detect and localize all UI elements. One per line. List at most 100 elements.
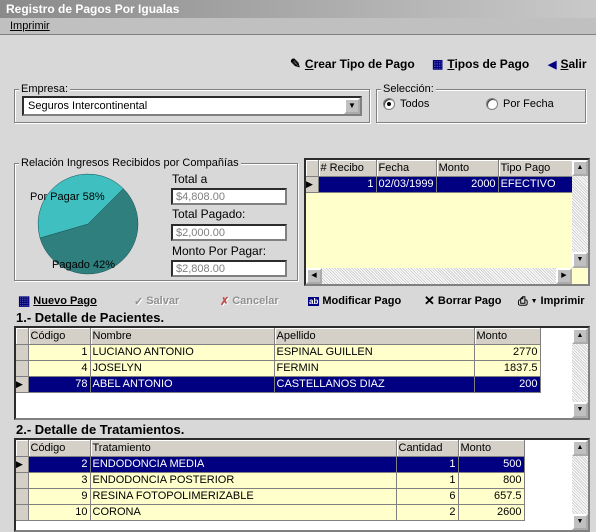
- radio-por-fecha-label: Por Fecha: [503, 98, 554, 110]
- total-a-label: Total a: [172, 172, 208, 186]
- modificar-pago-button[interactable]: ab Modificar Pago: [308, 293, 401, 309]
- header-tratamiento[interactable]: Tratamiento: [90, 440, 397, 457]
- header-recibo[interactable]: # Recibo: [318, 160, 377, 177]
- table-row[interactable]: 3 ENDODONCIA POSTERIOR 1 800: [16, 472, 525, 489]
- cell-codigo: 1: [28, 344, 91, 361]
- imprimir-button[interactable]: ⎙ ▼ Imprimir: [518, 293, 585, 309]
- header-monto[interactable]: Monto: [436, 160, 499, 177]
- cell-nombre: ABEL ANTONIO: [90, 376, 275, 393]
- total-pagado-field: $2,000.00: [171, 224, 287, 241]
- total-pagado-value: $2,000.00: [176, 227, 225, 239]
- seleccion-label: Selección:: [381, 83, 436, 95]
- cell-cantidad: 1: [396, 472, 459, 489]
- row-pointer-icon: ▶: [16, 376, 29, 393]
- header-codigo[interactable]: Código: [28, 440, 91, 457]
- empresa-value: Seguros Intercontinental: [28, 100, 148, 112]
- cell-fecha: 02/03/1999: [376, 176, 437, 193]
- table-row[interactable]: 4 JOSELYN FERMIN 1837.5: [16, 360, 541, 377]
- ingresos-pie-chart: Por Pagar 58% Pagado 42%: [30, 173, 139, 275]
- pie-label-por-pagar: Por Pagar 58%: [30, 191, 105, 203]
- menu-bar: Imprimir: [0, 18, 596, 34]
- pacientes-grid[interactable]: Código Nombre Apellido Monto 1 LUCIANO A…: [14, 326, 590, 420]
- salir-button[interactable]: ◀ Salir: [548, 56, 587, 72]
- menu-item-imprimir[interactable]: Imprimir: [10, 20, 50, 32]
- printer-icon: ⎙: [518, 293, 528, 308]
- header-monto[interactable]: Monto: [458, 440, 525, 457]
- scroll-left-icon[interactable]: ◀: [306, 268, 322, 284]
- cell-codigo: 9: [28, 488, 91, 505]
- table-row[interactable]: ▶ 2 ENDODONCIA MEDIA 1 500: [16, 456, 525, 473]
- total-a-field: $4,808.00: [171, 188, 287, 205]
- imprimir-label: Imprimir: [540, 295, 585, 307]
- empresa-combobox[interactable]: Seguros Intercontinental ▼: [22, 96, 362, 116]
- scroll-down-icon[interactable]: ▼: [572, 252, 588, 268]
- tipos-de-pago-label: Tipos de Pago: [447, 57, 530, 71]
- scroll-right-icon[interactable]: ▶: [556, 268, 572, 284]
- monto-por-pagar-field: $2,808.00: [171, 260, 287, 277]
- cell-monto: 800: [458, 472, 525, 489]
- pen-icon: ✎: [290, 56, 301, 71]
- borrar-pago-label: Borrar Pago: [437, 295, 502, 307]
- tipos-de-pago-button[interactable]: ▦ Tipos de Pago: [432, 56, 529, 72]
- table-row[interactable]: ▶ 78 ABEL ANTONIO CASTELLANOS DIAZ 200: [16, 376, 541, 393]
- scroll-up-icon[interactable]: ▲: [572, 440, 588, 456]
- cell-monto: 500: [458, 456, 525, 473]
- recibos-hscrollbar[interactable]: [306, 268, 572, 284]
- header-nombre[interactable]: Nombre: [90, 328, 275, 345]
- cell-cantidad: 2: [396, 504, 459, 521]
- cell-tratamiento: ENDODONCIA MEDIA: [90, 456, 397, 473]
- nuevo-pago-label: Nuevo Pago: [33, 295, 97, 307]
- crear-tipo-pago-button[interactable]: ✎ Crear Tipo de Pago: [290, 56, 415, 72]
- grid-corner: [16, 440, 29, 457]
- cancelar-label: Cancelar: [232, 295, 279, 307]
- radio-todos[interactable]: Todos: [383, 98, 429, 110]
- tratamientos-grid[interactable]: Código Tratamiento Cantidad Monto ▶ 2 EN…: [14, 438, 590, 532]
- radio-dot-icon: [486, 98, 498, 110]
- scroll-down-icon[interactable]: ▼: [572, 514, 588, 530]
- empresa-label: Empresa:: [19, 83, 71, 95]
- nuevo-pago-button[interactable]: ▦ Nuevo Pago: [18, 293, 97, 309]
- window-title-bar: Registro de Pagos Por Igualas: [0, 0, 596, 18]
- back-arrow-icon: ◀: [548, 58, 557, 71]
- cell-codigo: 4: [28, 360, 91, 377]
- cancelar-button[interactable]: ✗ Cancelar: [220, 293, 279, 309]
- header-codigo[interactable]: Código: [28, 328, 91, 345]
- cell-tratamiento: ENDODONCIA POSTERIOR: [90, 472, 397, 489]
- header-tipo-pago[interactable]: Tipo Pago: [498, 160, 581, 177]
- pacientes-title: 1.- Detalle de Pacientes.: [16, 310, 165, 325]
- chevron-down-icon[interactable]: ▼: [344, 98, 360, 114]
- cell-apellido: ESPINAL GUILLEN: [274, 344, 475, 361]
- cell-nombre: LUCIANO ANTONIO: [90, 344, 275, 361]
- table-row[interactable]: 1 LUCIANO ANTONIO ESPINAL GUILLEN 2770: [16, 344, 541, 361]
- edit-field-icon: ab: [308, 296, 320, 306]
- cell-codigo: 3: [28, 472, 91, 489]
- salvar-label: Salvar: [146, 295, 180, 307]
- recibos-grid[interactable]: # Recibo Fecha Monto Tipo Pago ▶ 1 02/03…: [304, 158, 590, 286]
- cell-monto: 1837.5: [474, 360, 541, 377]
- salvar-button[interactable]: ✓ Salvar: [134, 293, 179, 309]
- crear-tipo-pago-label: Crear Tipo de Pago: [304, 57, 415, 71]
- monto-por-pagar-value: $2,808.00: [176, 263, 225, 275]
- cell-nombre: JOSELYN: [90, 360, 275, 377]
- radio-por-fecha[interactable]: Por Fecha: [486, 98, 554, 110]
- pie-label-pagado: Pagado 42%: [52, 259, 115, 271]
- header-apellido[interactable]: Apellido: [274, 328, 475, 345]
- header-monto[interactable]: Monto: [474, 328, 541, 345]
- table-row[interactable]: 9 RESINA FOTOPOLIMERIZABLE 6 657.5: [16, 488, 525, 505]
- cell-monto: 2600: [458, 504, 525, 521]
- total-pagado-label: Total Pagado:: [172, 207, 246, 221]
- table-row[interactable]: ▶ 1 02/03/1999 2000 EFECTIVO: [306, 176, 581, 193]
- borrar-pago-button[interactable]: ✕ Borrar Pago: [424, 293, 501, 309]
- scroll-up-icon[interactable]: ▲: [572, 328, 588, 344]
- edit-list-icon: ▦: [432, 57, 444, 71]
- header-cantidad[interactable]: Cantidad: [396, 440, 459, 457]
- save-check-icon: ✓: [134, 295, 144, 308]
- cell-tipo-pago: EFECTIVO: [498, 176, 581, 193]
- header-fecha[interactable]: Fecha: [376, 160, 437, 177]
- scroll-down-icon[interactable]: ▼: [572, 402, 588, 418]
- new-record-icon: ▦: [18, 293, 31, 308]
- scroll-up-icon[interactable]: ▲: [572, 160, 588, 176]
- table-row[interactable]: 10 CORONA 2 2600: [16, 504, 525, 521]
- grid-corner: [16, 328, 29, 345]
- cancel-icon: ✗: [220, 295, 230, 308]
